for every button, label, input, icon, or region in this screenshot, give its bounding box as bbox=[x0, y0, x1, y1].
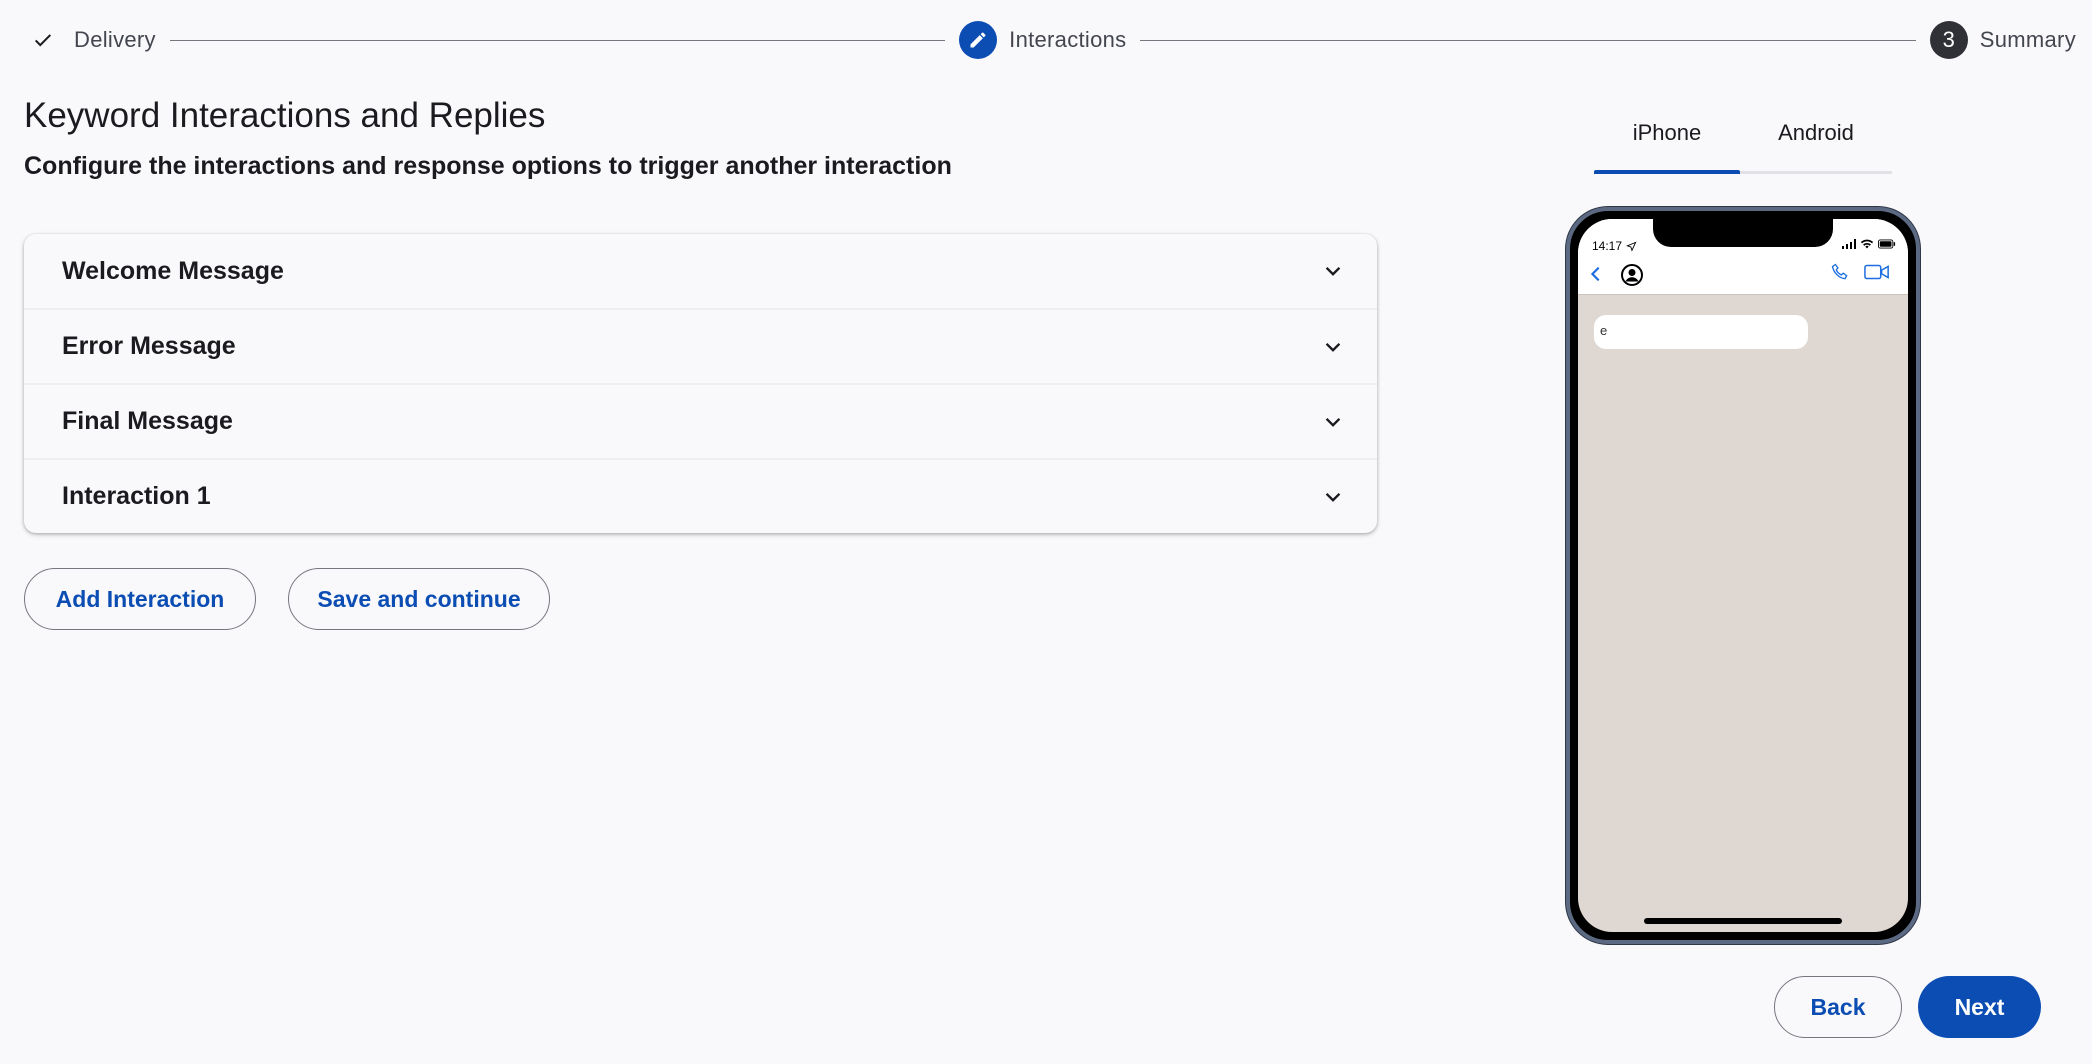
device-tabs: iPhone Android bbox=[1594, 110, 1892, 174]
tab-iphone[interactable]: iPhone bbox=[1594, 110, 1740, 174]
video-call-icon[interactable] bbox=[1864, 263, 1890, 286]
phone-preview: 14:17 e bbox=[1566, 207, 1920, 944]
status-time-text: 14:17 bbox=[1592, 239, 1623, 253]
wifi-icon bbox=[1860, 239, 1874, 249]
add-interaction-button[interactable]: Add Interaction bbox=[24, 568, 256, 630]
location-arrow-icon bbox=[1626, 241, 1637, 252]
back-button[interactable]: Back bbox=[1774, 976, 1902, 1038]
accordion-label: Error Message bbox=[62, 332, 236, 360]
interactions-accordion: Welcome Message Error Message Final Mess… bbox=[24, 234, 1377, 533]
back-arrow-icon[interactable] bbox=[1588, 265, 1604, 288]
page-title: Keyword Interactions and Replies bbox=[24, 96, 546, 135]
stepper: Delivery Interactions 3 Summary bbox=[24, 16, 2076, 64]
step-connector bbox=[1140, 39, 1916, 41]
tab-android[interactable]: Android bbox=[1740, 110, 1892, 171]
chevron-down-icon[interactable] bbox=[1319, 408, 1347, 436]
chevron-down-icon[interactable] bbox=[1319, 333, 1347, 361]
page-subtitle: Configure the interactions and response … bbox=[24, 152, 952, 180]
step-delivery[interactable]: Delivery bbox=[24, 21, 156, 59]
chat-header: 14:17 bbox=[1578, 219, 1908, 295]
step-label: Summary bbox=[1979, 27, 2076, 52]
signal-icon bbox=[1842, 239, 1856, 249]
contact-avatar-icon[interactable] bbox=[1620, 263, 1644, 292]
pencil-icon bbox=[959, 21, 998, 59]
accordion-item-error-message[interactable]: Error Message bbox=[24, 308, 1377, 383]
accordion-item-final-message[interactable]: Final Message bbox=[24, 383, 1377, 458]
accordion-item-welcome-message[interactable]: Welcome Message bbox=[24, 234, 1377, 308]
phone-screen: 14:17 e bbox=[1578, 219, 1908, 932]
status-time: 14:17 bbox=[1592, 239, 1637, 253]
home-indicator bbox=[1644, 918, 1842, 924]
check-icon bbox=[24, 21, 62, 59]
save-and-continue-button[interactable]: Save and continue bbox=[288, 568, 550, 630]
step-interactions[interactable]: Interactions bbox=[959, 21, 1126, 59]
accordion-label: Final Message bbox=[62, 407, 233, 435]
accordion-label: Welcome Message bbox=[62, 256, 284, 285]
step-label: Delivery bbox=[74, 27, 156, 52]
battery-icon bbox=[1878, 239, 1896, 249]
accordion-label: Interaction 1 bbox=[62, 482, 211, 510]
chevron-down-icon[interactable] bbox=[1319, 257, 1347, 285]
step-summary[interactable]: 3 Summary bbox=[1929, 21, 2076, 59]
accordion-item-interaction-1[interactable]: Interaction 1 bbox=[24, 458, 1377, 533]
next-button[interactable]: Next bbox=[1918, 976, 2041, 1038]
chevron-down-icon[interactable] bbox=[1319, 483, 1347, 511]
message-bubble: e bbox=[1594, 315, 1808, 349]
step-connector bbox=[169, 39, 946, 41]
step-label: Interactions bbox=[1009, 27, 1127, 52]
step-number: 3 bbox=[1929, 21, 1968, 59]
phone-call-icon[interactable] bbox=[1830, 261, 1850, 288]
phone-notch bbox=[1653, 219, 1833, 247]
status-icons bbox=[1842, 239, 1896, 249]
